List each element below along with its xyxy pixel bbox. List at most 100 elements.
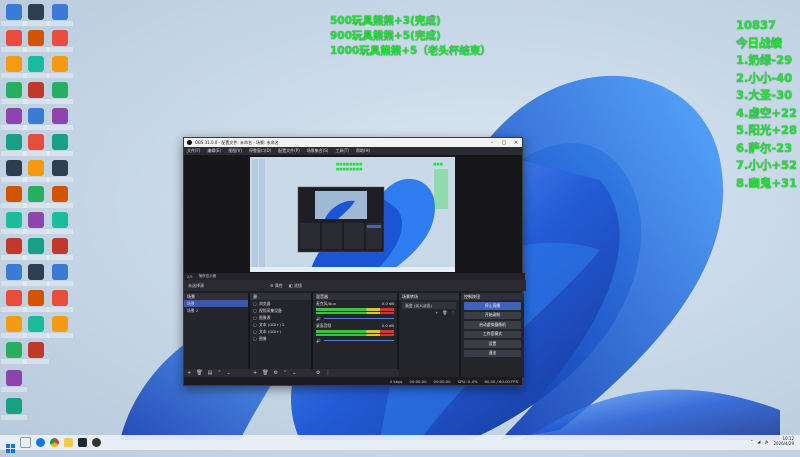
- obs-titlebar[interactable]: OBS 31.0.0 - 配置文件: 未命名 - 场景: 未命名 – □ ✕: [184, 138, 522, 147]
- chevron-down-icon[interactable]: ⌄: [227, 370, 231, 376]
- more-icon[interactable]: ⋮: [451, 310, 455, 315]
- desktop-shortcut-icon[interactable]: [47, 290, 73, 312]
- close-button[interactable]: ✕: [510, 140, 522, 146]
- filter-icon[interactable]: ▤: [208, 370, 213, 376]
- studio-mode-button[interactable]: 工作室模式: [464, 330, 521, 338]
- trash-icon[interactable]: 🗑: [262, 370, 268, 376]
- desktop-shortcut-icon[interactable]: [23, 290, 49, 312]
- source-item[interactable]: ▢ 文本 (GDI+) 2: [250, 321, 311, 328]
- transition-buttons: + 🗑 ⋮: [399, 309, 459, 316]
- desktop-shortcut-icon[interactable]: [47, 316, 73, 338]
- shortcut-label: [47, 307, 73, 312]
- desktop-shortcut-icon[interactable]: [23, 82, 49, 104]
- more-icon[interactable]: ⋮: [325, 370, 330, 376]
- speaker-icon[interactable]: 🔈: [765, 439, 770, 444]
- properties-button[interactable]: ⚙ 属性: [270, 283, 283, 289]
- desktop-shortcut-icon[interactable]: [47, 186, 73, 208]
- clock[interactable]: 10:12 2026/4/29: [773, 436, 794, 446]
- transition-select[interactable]: 渐变 (淡入淡出): [402, 302, 456, 309]
- chrome-icon[interactable]: [50, 438, 59, 447]
- virtual-camera-button[interactable]: 启动虚拟摄像机: [464, 321, 521, 329]
- chevron-up-icon[interactable]: ⌃: [217, 370, 221, 376]
- desktop-shortcut-icon[interactable]: [47, 134, 73, 156]
- trash-icon[interactable]: 🗑: [196, 370, 202, 376]
- settings-button[interactable]: 设置: [464, 340, 521, 348]
- chevron-up-icon[interactable]: ⌃: [283, 370, 287, 376]
- source-item[interactable]: ▢ 视频采集设备: [250, 307, 311, 314]
- mixer-fader[interactable]: 🔊: [313, 315, 397, 322]
- mixer-dock: 混音器 麦克风/Aux 0.0 dB 🔊 桌面音频 0.0 dB 🔊 ⚙ ⋮: [313, 293, 400, 377]
- add-icon[interactable]: +: [187, 370, 191, 376]
- desktop-shortcut-icon[interactable]: [23, 160, 49, 182]
- steam-icon[interactable]: [78, 438, 87, 447]
- mixer-fader[interactable]: 🔊: [313, 337, 397, 344]
- source-item[interactable]: ▢ 图像源: [250, 314, 311, 321]
- search-icon[interactable]: [20, 437, 31, 448]
- desktop-shortcut-icon[interactable]: [23, 108, 49, 130]
- scenes-toolbar: + 🗑 ▤ ⌃ ⌄: [184, 369, 251, 377]
- desktop-shortcut-icon[interactable]: [23, 30, 49, 52]
- app-icon: [6, 82, 22, 98]
- start-icon[interactable]: [6, 438, 15, 453]
- exit-button[interactable]: 退出: [464, 349, 521, 357]
- scene-item[interactable]: 场景 2: [184, 307, 248, 314]
- desktop-shortcut-icon[interactable]: [23, 186, 49, 208]
- network-icon[interactable]: ◢: [757, 439, 760, 444]
- maximize-button[interactable]: □: [498, 140, 510, 146]
- desktop-shortcut-icon[interactable]: [47, 108, 73, 130]
- start-recording-button[interactable]: 开始录制: [464, 311, 521, 319]
- chevron-up-icon[interactable]: ⌃: [750, 439, 753, 444]
- chevron-down-icon[interactable]: ⌄: [292, 370, 296, 376]
- edge-icon[interactable]: [36, 438, 45, 447]
- desktop-shortcut-icon[interactable]: [1, 398, 27, 420]
- shortcut-label: [23, 151, 49, 156]
- desktop-shortcut-icon[interactable]: [23, 316, 49, 338]
- speaker-icon: 🔊: [316, 338, 321, 343]
- menu-edit[interactable]: 编辑(E): [207, 148, 221, 154]
- gear-icon[interactable]: ⚙: [316, 370, 320, 376]
- desktop-shortcut-icon[interactable]: [47, 56, 73, 78]
- desktop-shortcut-icon[interactable]: [47, 160, 73, 182]
- menu-docks[interactable]: 停靠窗口(D): [249, 148, 271, 154]
- desktop-shortcut-icon[interactable]: [47, 238, 73, 260]
- menu-tools[interactable]: 工具(T): [335, 148, 349, 154]
- app-icon: [28, 30, 44, 46]
- desktop-shortcut-icon[interactable]: [23, 342, 49, 364]
- obs-docks: 场景 场景 场景 2 + 🗑 ▤ ⌃ ⌄ 源 ▢ 浏览器 ▢ 视频采集设备 ▢ 图像源…: [184, 293, 524, 377]
- obs-window[interactable]: OBS 31.0.0 - 配置文件: 未命名 - 场景: 未命名 – □ ✕ 文…: [183, 137, 526, 386]
- menu-help[interactable]: 帮助(H): [356, 148, 370, 154]
- desktop-shortcut-icon[interactable]: [47, 212, 73, 234]
- source-item[interactable]: ▢ 图像: [250, 335, 311, 342]
- trash-icon[interactable]: 🗑: [442, 310, 447, 315]
- desktop-shortcut-icon[interactable]: [47, 264, 73, 286]
- no-source-selected-label: 未选择源: [188, 282, 204, 288]
- scene-item[interactable]: 场景: [184, 300, 248, 307]
- desktop-shortcut-icon[interactable]: [47, 82, 73, 104]
- desktop-shortcut-icon[interactable]: [23, 212, 49, 234]
- desktop-shortcut-icon[interactable]: [23, 238, 49, 260]
- gear-icon[interactable]: ⚙: [274, 370, 278, 376]
- desktop-shortcut-icon[interactable]: [47, 30, 73, 52]
- minimize-button[interactable]: –: [486, 140, 498, 146]
- stop-streaming-button[interactable]: 停止直播: [464, 302, 521, 310]
- file-explorer-icon[interactable]: [64, 438, 73, 447]
- obs-taskbar-icon[interactable]: [92, 438, 101, 447]
- add-icon[interactable]: +: [253, 370, 257, 376]
- menu-profile[interactable]: 配置文件(P): [278, 148, 300, 154]
- menu-file[interactable]: 文件(F): [187, 148, 200, 154]
- desktop-shortcut-icon[interactable]: [23, 264, 49, 286]
- menu-scene-collection[interactable]: 场景集合(S): [307, 148, 329, 154]
- source-item[interactable]: ▢ 浏览器: [250, 300, 311, 307]
- desktop-shortcut-icon[interactable]: [23, 56, 49, 78]
- filters-button[interactable]: ◧ 滤镜: [289, 283, 302, 289]
- desktop-shortcut-icon[interactable]: [1, 370, 27, 392]
- source-item[interactable]: ▢ 文本 (GDI+): [250, 328, 311, 335]
- shortcut-label: [47, 281, 73, 286]
- desktop-shortcut-icon[interactable]: [23, 134, 49, 156]
- app-icon: [28, 342, 44, 358]
- menu-view[interactable]: 视图(V): [228, 148, 242, 154]
- desktop-shortcut-icon[interactable]: [47, 4, 73, 26]
- add-icon[interactable]: +: [435, 310, 438, 315]
- obs-preview[interactable]: ■■■■■■■■ ■■■■■■■■ ■■■: [184, 155, 522, 273]
- desktop-shortcut-icon[interactable]: [23, 4, 49, 26]
